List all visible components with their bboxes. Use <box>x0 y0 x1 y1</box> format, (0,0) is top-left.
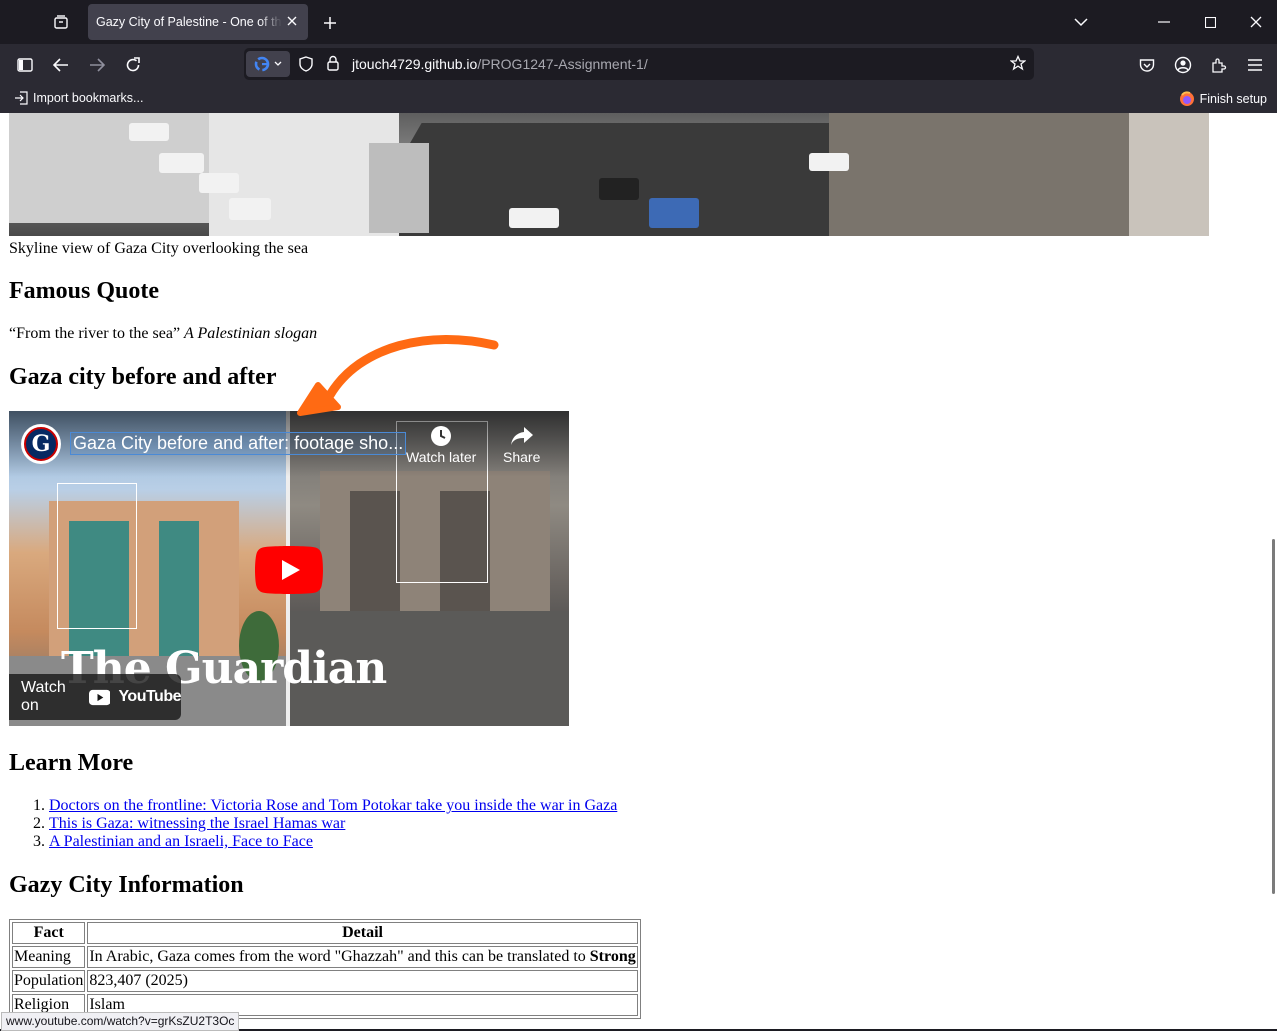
extensions-icon[interactable] <box>1206 52 1232 78</box>
address-bar[interactable]: jtouch4729.github.io/PROG1247-Assignment… <box>244 48 1034 80</box>
sidebar-toggle-icon[interactable] <box>12 52 38 78</box>
youtube-embed[interactable]: The Guardian G Gaza City before and afte… <box>9 411 569 726</box>
column-header-fact: Fact <box>12 922 86 944</box>
image-caption: Skyline view of Gaza City overlooking th… <box>9 240 309 257</box>
video-highlight-frame <box>57 483 137 629</box>
import-bookmarks-button[interactable]: Import bookmarks... <box>14 91 143 105</box>
list-all-tabs-icon[interactable] <box>1069 10 1093 34</box>
url-domain: jtouch4729.github.io <box>352 56 478 72</box>
search-engine-button[interactable] <box>246 51 290 77</box>
list-item: Doctors on the frontline: Victoria Rose … <box>49 797 617 815</box>
firefox-icon <box>1179 91 1194 106</box>
share-icon <box>503 423 540 449</box>
learn-more-heading: Learn More <box>9 750 134 776</box>
tab-bar: Gazy City of Palestine - One of the citi… <box>0 0 1277 44</box>
play-button-icon[interactable] <box>255 546 323 594</box>
share-label: Share <box>503 449 541 465</box>
video-title[interactable]: Gaza City before and after: footage sho.… <box>70 432 407 455</box>
youtube-icon <box>88 689 111 705</box>
account-icon[interactable] <box>1170 52 1196 78</box>
active-tab[interactable]: Gazy City of Palestine - One of the citi… <box>88 4 308 40</box>
quote-source: A Palestinian slogan <box>184 325 318 342</box>
back-icon[interactable] <box>48 52 74 78</box>
detail-cell: In Arabic, Gaza comes from the word "Gha… <box>87 946 638 968</box>
import-icon <box>15 91 28 105</box>
table-header-row: Fact Detail <box>12 922 638 944</box>
close-window-icon[interactable] <box>1244 10 1268 34</box>
youtube-wordmark: YouTube <box>118 688 181 705</box>
finish-setup-label: Finish setup <box>1199 92 1267 106</box>
watch-on-youtube-button[interactable]: Watch on YouTube <box>9 674 181 720</box>
city-info-table: Fact Detail Meaning In Arabic, Gaza come… <box>9 919 641 1019</box>
fact-cell: Population <box>12 970 86 992</box>
navigation-toolbar: jtouch4729.github.io/PROG1247-Assignment… <box>0 44 1277 85</box>
quote-text: “From the river to the sea” <box>9 325 181 342</box>
finish-setup-button[interactable]: Finish setup <box>1179 91 1267 107</box>
tab-title: Gazy City of Palestine - One of the citi… <box>96 15 282 29</box>
clock-icon <box>406 423 476 449</box>
url-path: /PROG1247-Assignment-1/ <box>477 56 648 72</box>
guardian-channel-logo[interactable]: G <box>21 424 61 464</box>
new-tab-icon[interactable] <box>318 11 342 35</box>
minimize-icon[interactable] <box>1152 10 1176 34</box>
pocket-icon[interactable] <box>1134 52 1160 78</box>
web-page: Skyline view of Gaza City overlooking th… <box>0 113 1277 1029</box>
fact-cell: Meaning <box>12 946 86 968</box>
list-item: This is Gaza: witnessing the Israel Hama… <box>49 815 617 833</box>
menu-icon[interactable] <box>1242 52 1268 78</box>
detail-cell: 823,407 (2025) <box>87 970 638 992</box>
link-doctors-frontline[interactable]: Doctors on the frontline: Victoria Rose … <box>49 797 617 814</box>
watch-later-label: Watch later <box>406 449 477 465</box>
lock-icon[interactable] <box>327 55 339 75</box>
famous-quote-heading: Famous Quote <box>9 278 159 304</box>
gaza-skyline-image <box>9 113 1209 236</box>
reload-icon[interactable] <box>120 52 146 78</box>
column-header-detail: Detail <box>87 922 638 944</box>
watch-later-button[interactable]: Watch later <box>406 423 476 465</box>
google-icon <box>254 56 270 72</box>
import-bookmarks-label: Import bookmarks... <box>33 91 144 105</box>
tracking-protection-icon[interactable] <box>299 56 313 76</box>
tab-overview-icon[interactable] <box>48 9 74 35</box>
chevron-down-icon <box>274 61 282 66</box>
close-tab-icon[interactable] <box>284 13 300 29</box>
forward-icon[interactable] <box>84 52 110 78</box>
city-info-heading: Gazy City Information <box>9 872 244 898</box>
link-status-bar: www.youtube.com/watch?v=grKsZU2T3Oc <box>1 1012 240 1031</box>
quote-paragraph: “From the river to the sea” A Palestinia… <box>9 325 317 343</box>
watch-on-label: Watch on <box>21 679 66 714</box>
learn-more-list: Doctors on the frontline: Victoria Rose … <box>9 797 617 851</box>
url-text[interactable]: jtouch4729.github.io/PROG1247-Assignment… <box>352 56 648 72</box>
page-scrollbar[interactable] <box>1272 539 1275 894</box>
link-this-is-gaza[interactable]: This is Gaza: witnessing the Israel Hama… <box>49 815 345 832</box>
bookmarks-toolbar: Import bookmarks... Finish setup <box>0 85 1277 113</box>
table-row: Meaning In Arabic, Gaza comes from the w… <box>12 946 638 968</box>
maximize-icon[interactable] <box>1198 10 1222 34</box>
share-button[interactable]: Share <box>503 423 540 465</box>
video-heading: Gaza city before and after <box>9 364 277 390</box>
list-item: A Palestinian and an Israeli, Face to Fa… <box>49 833 617 851</box>
table-row: Population 823,407 (2025) <box>12 970 638 992</box>
bookmark-star-icon[interactable] <box>1009 54 1027 75</box>
link-face-to-face[interactable]: A Palestinian and an Israeli, Face to Fa… <box>49 833 313 850</box>
